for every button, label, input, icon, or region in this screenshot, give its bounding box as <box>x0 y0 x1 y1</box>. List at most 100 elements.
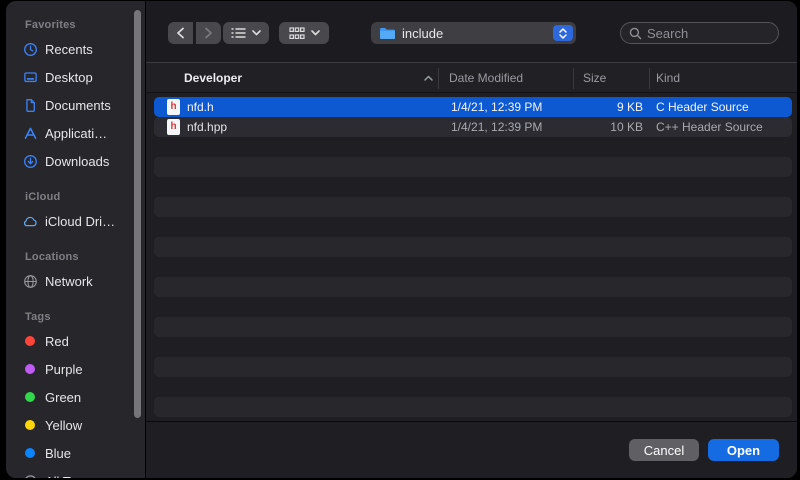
sidebar-item-recents[interactable]: Recents <box>6 35 145 63</box>
group-view-button[interactable] <box>279 22 329 44</box>
sidebar-section-title: iCloud <box>6 187 145 207</box>
column-divider[interactable] <box>438 68 439 89</box>
list-view-icon <box>231 27 246 39</box>
tag-dot <box>22 417 38 433</box>
sidebar-item-downloads[interactable]: Downloads <box>6 147 145 175</box>
toolbar: include <box>146 1 797 62</box>
tag-dot <box>22 333 38 349</box>
empty-row-stripe <box>154 197 792 217</box>
date-modified-cell: 1/4/21, 12:39 PM <box>451 97 542 117</box>
sidebar-item-blue[interactable]: Blue <box>6 439 145 467</box>
sidebar-section-favorites: Favorites Recents Desktop Documents Applicat… <box>6 15 145 175</box>
search-field[interactable] <box>620 22 779 44</box>
search-icon <box>629 27 642 40</box>
chevron-left-icon <box>176 27 185 39</box>
sidebar-item-label: Downloads <box>45 154 109 169</box>
sidebar-item-label: Purple <box>45 362 83 377</box>
chevron-down-icon <box>252 30 261 36</box>
header-file-icon: h <box>167 99 180 115</box>
file-list: h nfd.h 1/4/21, 12:39 PM 9 KB C Header S… <box>146 93 797 421</box>
sidebar-section-title: Locations <box>6 247 145 267</box>
kind-cell: C Header Source <box>656 97 749 117</box>
sidebar-section-title: Tags <box>6 307 145 327</box>
date-modified-cell: 1/4/21, 12:39 PM <box>451 117 542 137</box>
group-view-icon <box>289 27 305 40</box>
sidebar: Favorites Recents Desktop Documents Applicat… <box>6 1 145 478</box>
header-file-icon: h <box>167 119 180 135</box>
empty-row-stripe <box>154 277 792 297</box>
sidebar-item-label: Documents <box>45 98 111 113</box>
empty-row-stripe <box>154 397 792 417</box>
tag-dot <box>22 445 38 461</box>
size-cell: 9 KB <box>554 97 643 117</box>
empty-row-stripe <box>154 237 792 257</box>
empty-row-stripe <box>154 157 792 177</box>
tag-dot <box>22 389 38 405</box>
dialog-footer: Cancel Open <box>146 421 797 478</box>
search-input[interactable] <box>647 26 770 41</box>
popup-stepper-icon <box>553 25 573 41</box>
kind-cell: C++ Header Source <box>656 117 763 137</box>
file-open-dialog: Favorites Recents Desktop Documents Applicat… <box>6 1 797 478</box>
screen-background: Favorites Recents Desktop Documents Applicat… <box>0 0 800 480</box>
sidebar-item-applicati[interactable]: Applicati… <box>6 119 145 147</box>
folder-icon <box>379 27 396 40</box>
circle-outline-icon <box>22 473 38 478</box>
chevron-down-icon <box>311 30 320 36</box>
sidebar-item-green[interactable]: Green <box>6 383 145 411</box>
sidebar-section-locations: LocationsNetwork <box>6 247 145 295</box>
sidebar-item-icloud-dri[interactable]: iCloud Dri… <box>6 207 145 235</box>
cancel-button[interactable]: Cancel <box>629 439 699 461</box>
folder-popup-value: include <box>402 26 547 41</box>
empty-row-stripe <box>154 317 792 337</box>
empty-row-stripe <box>154 357 792 377</box>
download-circle-icon <box>22 153 38 169</box>
sidebar-item-desktop[interactable]: Desktop <box>6 63 145 91</box>
sidebar-item-label: Desktop <box>45 70 93 85</box>
table-row[interactable]: h nfd.h 1/4/21, 12:39 PM 9 KB C Header S… <box>154 97 792 117</box>
content-pane: include <box>145 1 797 478</box>
sidebar-item-label: Red <box>45 334 69 349</box>
sidebar-item-network[interactable]: Network <box>6 267 145 295</box>
column-header-developer[interactable]: Developer <box>184 63 242 92</box>
sidebar-scrollbar[interactable] <box>134 10 141 418</box>
sidebar-section-title: Favorites <box>6 15 145 35</box>
sidebar-item-label: iCloud Dri… <box>45 214 115 229</box>
open-button[interactable]: Open <box>708 439 779 461</box>
column-divider[interactable] <box>573 68 574 89</box>
document-icon <box>22 97 38 113</box>
column-header-kind[interactable]: Kind <box>656 63 680 92</box>
column-header-size[interactable]: Size <box>583 63 606 92</box>
sidebar-item-label: Recents <box>45 42 93 57</box>
sidebar-item-label: Applicati… <box>45 126 107 141</box>
sidebar-item-yellow[interactable]: Yellow <box>6 411 145 439</box>
sort-ascending-icon <box>424 63 433 92</box>
sidebar-item-red[interactable]: Red <box>6 327 145 355</box>
sidebar-item-all-tags[interactable]: All Tags <box>6 467 145 478</box>
column-divider[interactable] <box>649 68 650 89</box>
chevron-right-icon <box>204 27 213 39</box>
globe-icon <box>22 273 38 289</box>
app-store-icon <box>22 125 38 141</box>
sidebar-section-icloud: iCloud iCloud Dri… <box>6 187 145 235</box>
list-view-button[interactable] <box>223 22 269 44</box>
column-header-date-modified[interactable]: Date Modified <box>449 63 523 92</box>
desktop-icon <box>22 69 38 85</box>
cloud-icon <box>22 213 38 229</box>
folder-popup-button[interactable]: include <box>371 22 576 44</box>
file-name-cell: nfd.h <box>187 97 214 117</box>
sidebar-item-documents[interactable]: Documents <box>6 91 145 119</box>
sidebar-item-label: All Tags <box>45 474 90 479</box>
size-cell: 10 KB <box>554 117 643 137</box>
sidebar-item-purple[interactable]: Purple <box>6 355 145 383</box>
sidebar-item-label: Yellow <box>45 418 82 433</box>
file-name-cell: nfd.hpp <box>187 117 227 137</box>
sidebar-item-label: Blue <box>45 446 71 461</box>
sidebar-item-label: Green <box>45 390 81 405</box>
table-row[interactable]: h nfd.hpp 1/4/21, 12:39 PM 10 KB C++ Hea… <box>154 117 792 137</box>
tag-dot <box>22 361 38 377</box>
sidebar-section-tags: Tags Red Purple Green Yellow Blue All Tags <box>6 307 145 478</box>
table-header: Developer Date Modified Size Kind <box>146 62 797 93</box>
forward-button[interactable] <box>196 22 221 44</box>
back-button[interactable] <box>168 22 193 44</box>
